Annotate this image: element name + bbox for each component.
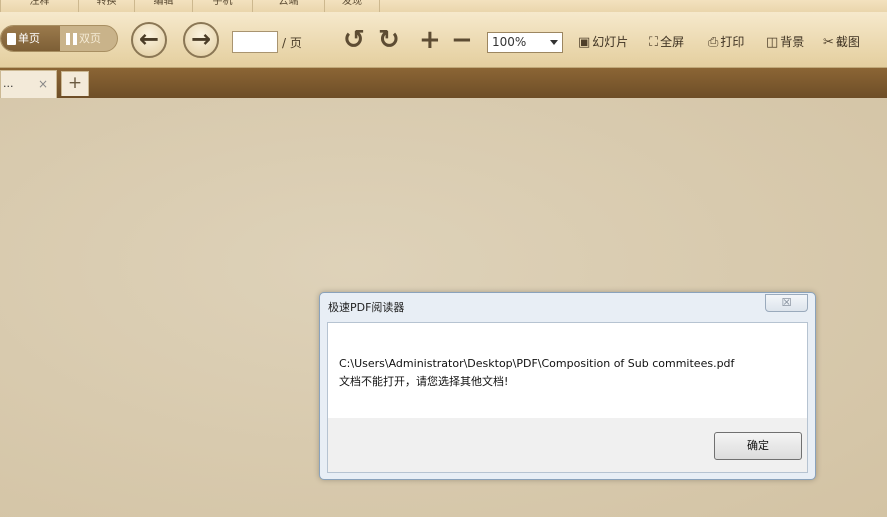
document-tab-label: ... [3,77,14,90]
background-icon: ◫ [766,34,779,50]
chevron-down-icon [550,40,558,45]
rotate-left-button[interactable]: ↺ [343,26,365,54]
ribbon-tab-discover[interactable]: 发现 [324,0,380,12]
double-page-button[interactable]: 双页 [60,26,117,51]
minus-icon: − [451,25,473,55]
ribbon-tab-annotate[interactable]: 注释 [0,0,78,12]
background-button[interactable]: ◫ 背景 [766,34,804,51]
new-tab-button[interactable]: + [61,71,89,96]
dialog-title: 极速PDF阅读器 [328,301,405,314]
print-label: 打印 [720,35,745,49]
document-tab-strip: ... × + [0,68,887,98]
ribbon-tab-cloud[interactable]: 云端 [252,0,324,12]
background-label: 背景 [780,35,805,49]
arrow-left-icon: ← [138,25,160,53]
zoom-out-button[interactable]: − [451,26,473,54]
projector-icon: ▣ [578,34,591,50]
single-page-icon [7,33,16,45]
ribbon-tab-label: 编辑 [153,0,174,7]
printer-icon: ⎙ [708,34,719,50]
single-page-label: 单页 [18,32,40,45]
slideshow-label: 幻灯片 [592,35,629,49]
fullscreen-label: 全屏 [660,35,685,49]
plus-icon: + [419,25,441,55]
rotate-right-icon: ↻ [378,25,400,55]
page-number-input[interactable] [232,31,278,53]
dialog-close-button[interactable]: ☒ [765,294,808,312]
fullscreen-icon: ⛶ [649,34,659,50]
dialog-message-area: C:\Users\Administrator\Desktop\PDF\Compo… [328,323,807,418]
page-suffix-label: / 页 [282,36,302,50]
slideshow-button[interactable]: ▣ 幻灯片 [578,34,628,51]
print-button[interactable]: ⎙ 打印 [708,34,744,51]
zoom-level-select[interactable]: 100% [487,32,563,53]
double-page-label: 双页 [79,32,101,45]
main-toolbar: 单页 双页 ← → / 页 ↺ ↻ + − 100% ▣ 幻灯片 ⛶ 全屏 ⎙ … [0,12,887,68]
zoom-level-value: 100% [492,35,527,49]
prev-page-button[interactable]: ← [131,22,167,58]
view-mode-toggle: 单页 双页 [0,25,118,52]
ribbon-tab-edit[interactable]: 编辑 [134,0,192,12]
ribbon-tab-bar: 注释 转换 编辑 手机 云端 发现 [0,0,887,12]
dialog-message-error: 文档不能打开，请您选择其他文档! [339,375,509,388]
arrow-right-icon: → [190,25,212,53]
fullscreen-button[interactable]: ⛶ 全屏 [649,34,684,51]
dialog-message-path: C:\Users\Administrator\Desktop\PDF\Compo… [339,357,735,370]
screenshot-label: 截图 [835,35,860,49]
double-page-icon [66,33,77,45]
ribbon-tab-mobile[interactable]: 手机 [192,0,252,12]
close-icon: ☒ [781,296,792,309]
rotate-left-icon: ↺ [343,25,365,55]
rotate-right-button[interactable]: ↻ [378,26,400,54]
dialog-body: C:\Users\Administrator\Desktop\PDF\Compo… [327,322,808,473]
ribbon-tab-label: 手机 [212,0,233,7]
ribbon-tab-label: 发现 [342,0,362,7]
close-icon[interactable]: × [38,71,48,97]
scissors-icon: ✂ [823,34,834,50]
pdf-reader-window: 注释 转换 编辑 手机 云端 发现 单页 双页 ← → / 页 ↺ ↻ + − … [0,0,887,517]
ribbon-tab-label: 转换 [96,0,117,7]
plus-icon: + [67,73,83,93]
single-page-button[interactable]: 单页 [1,26,60,51]
zoom-in-button[interactable]: + [419,26,441,54]
ribbon-tab-label: 云端 [278,0,299,7]
screenshot-button[interactable]: ✂ 截图 [823,34,860,51]
ribbon-tab-label: 注释 [29,0,50,7]
ribbon-tab-convert[interactable]: 转换 [78,0,134,12]
ok-button[interactable]: 确定 [714,432,802,460]
next-page-button[interactable]: → [183,22,219,58]
document-tab[interactable]: ... × [0,70,57,98]
error-dialog: 极速PDF阅读器 ☒ C:\Users\Administrator\Deskto… [319,292,816,480]
